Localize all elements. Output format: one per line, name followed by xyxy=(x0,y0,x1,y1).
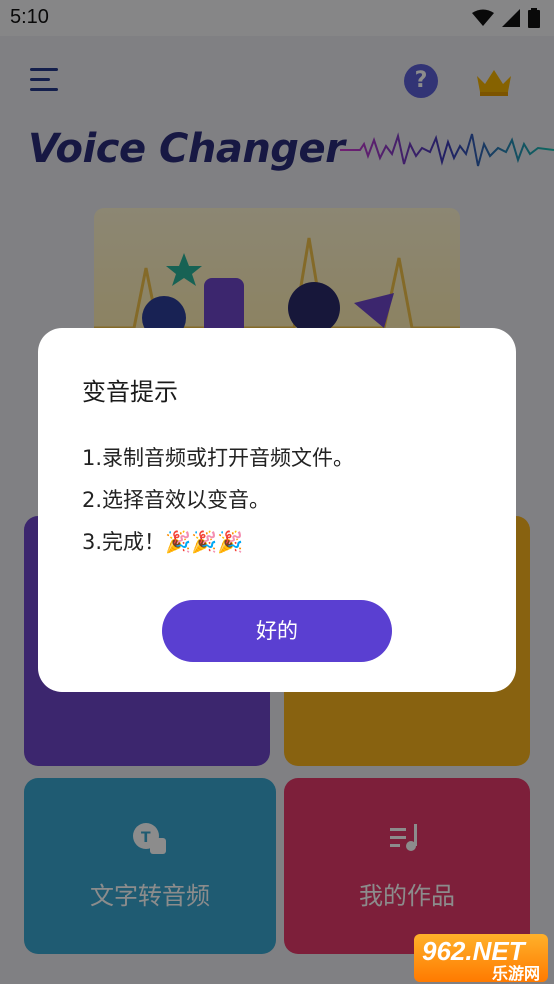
watermark-sub: 乐游网 xyxy=(491,966,540,983)
site-watermark: 962.NET 乐游网 xyxy=(414,934,548,983)
ok-button[interactable]: 好的 xyxy=(162,600,392,662)
voice-change-tips-dialog: 变音提示 1.录制音频或打开音频文件。 2.选择音效以变音。 3.完成！🎉🎉🎉 … xyxy=(38,328,516,692)
dialog-title: 变音提示 xyxy=(82,378,178,406)
dialog-step-1: 1.录制音频或打开音频文件。 xyxy=(82,446,355,470)
dialog-step-2: 2.选择音效以变音。 xyxy=(82,488,271,512)
dialog-step-3: 3.完成！🎉🎉🎉 xyxy=(82,530,244,554)
